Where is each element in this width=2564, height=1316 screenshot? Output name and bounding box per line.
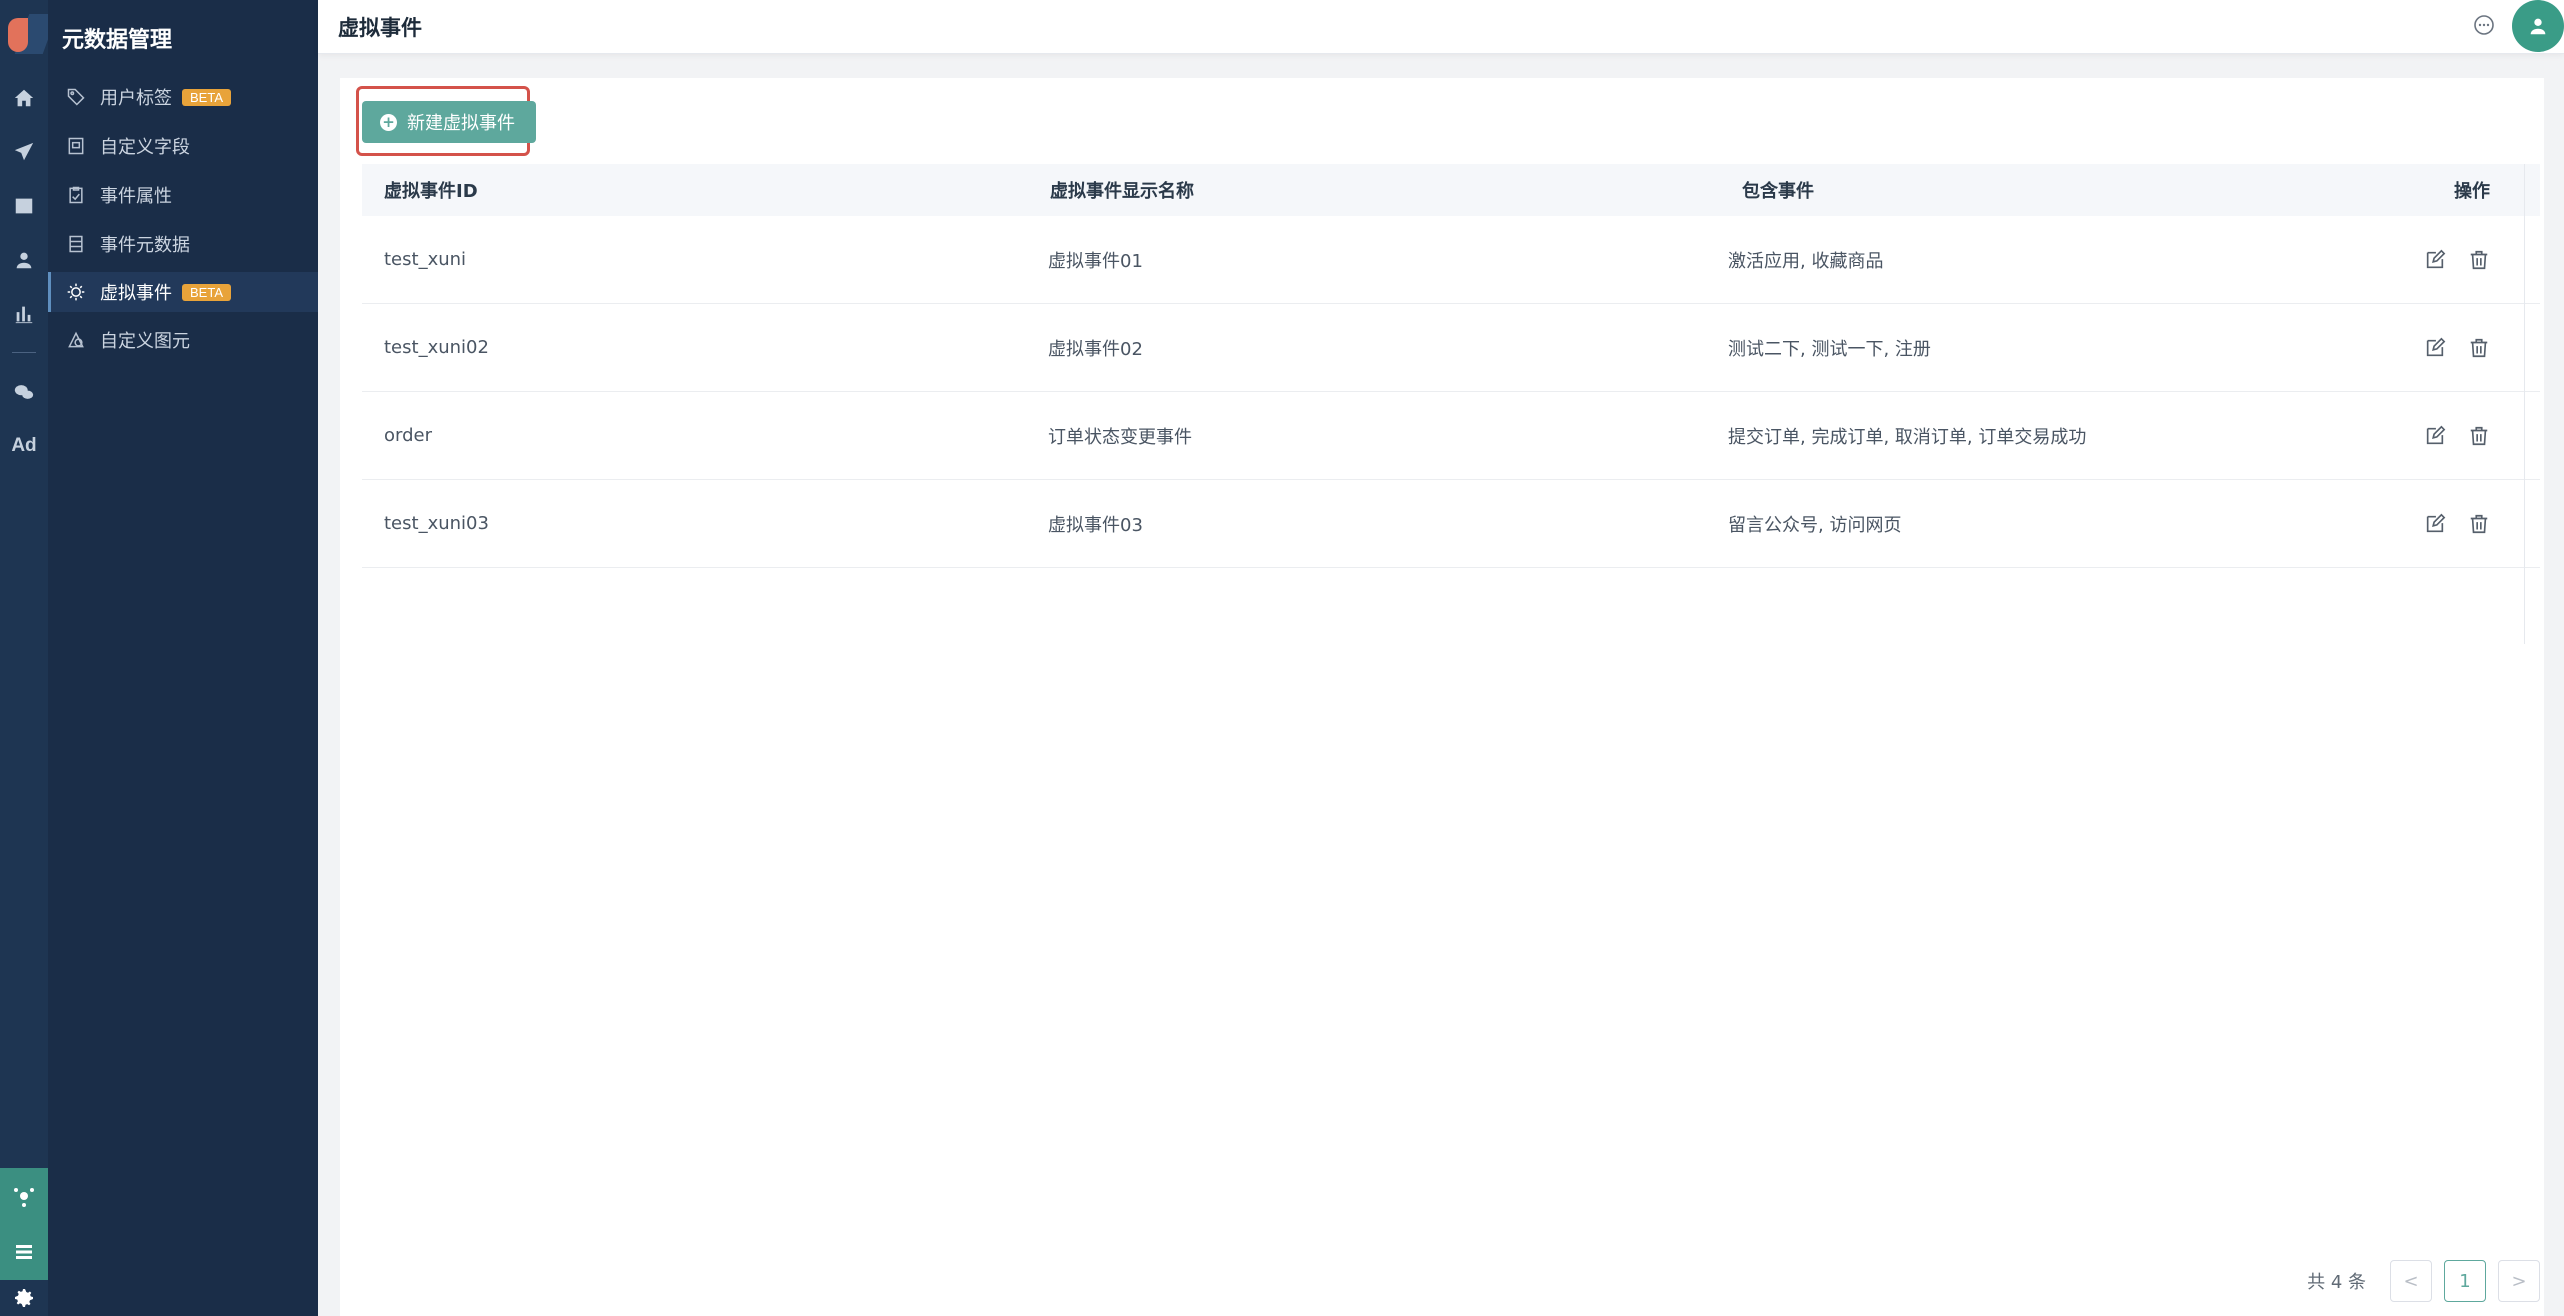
cell-name: 虚拟事件02 — [1048, 338, 1143, 360]
cell-id: test_xuni02 — [384, 337, 489, 358]
clipboard-icon — [69, 186, 83, 204]
edit-icon[interactable] — [2424, 513, 2446, 535]
sidebar-item-event-attributes[interactable]: 事件属性 — [48, 175, 318, 215]
table-header: 虚拟事件ID 虚拟事件显示名称 包含事件 操作 — [362, 164, 2540, 216]
sidebar: 元数据管理 用户标签 BETA 自定义字段 事件属性 事件元数据 虚拟事件 BE… — [48, 0, 318, 1316]
rail-divider — [12, 352, 36, 353]
sidebar-item-label: 用户标签 — [100, 88, 172, 109]
custom-field-icon — [68, 137, 84, 155]
user-avatar-icon — [2530, 18, 2546, 35]
sidebar-item-label: 自定义图元 — [100, 331, 190, 352]
app-logo — [8, 14, 58, 54]
plus-circle-icon: + — [380, 113, 397, 131]
home-icon[interactable] — [0, 78, 48, 118]
sidebar-item-custom-fields[interactable]: 自定义字段 — [48, 126, 318, 166]
cell-events: 激活应用, 收藏商品 — [1728, 250, 1884, 272]
cell-name: 虚拟事件03 — [1048, 514, 1143, 536]
sidebar-item-label: 虚拟事件 — [100, 283, 172, 304]
sidebar-item-label: 自定义字段 — [100, 137, 190, 158]
beta-badge: BETA — [182, 88, 231, 106]
page-number-button[interactable]: 1 — [2444, 1260, 2486, 1302]
icon-rail: Ad — [0, 0, 58, 1316]
sidebar-title: 元数据管理 — [62, 28, 173, 53]
list-icon — [69, 235, 83, 253]
cell-id: order — [384, 425, 432, 446]
send-icon[interactable] — [0, 132, 48, 172]
sidebar-item-event-metadata[interactable]: 事件元数据 — [48, 224, 318, 264]
delete-icon[interactable] — [2468, 337, 2490, 359]
prev-page-button[interactable]: < — [2390, 1260, 2432, 1302]
sidebar-item-label: 事件属性 — [100, 186, 172, 207]
table-row: order 订单状态变更事件 提交订单, 完成订单, 取消订单, 订单交易成功 — [362, 392, 2540, 480]
table-scrollbar[interactable] — [2524, 164, 2525, 644]
next-page-button[interactable]: > — [2498, 1260, 2540, 1302]
settings-icon[interactable] — [0, 1280, 48, 1316]
table-icon[interactable] — [0, 186, 48, 226]
ad-icon[interactable]: Ad — [0, 426, 48, 466]
beta-badge: BETA — [182, 283, 231, 301]
user-icon[interactable] — [0, 240, 48, 280]
new-button-label: 新建虚拟事件 — [407, 113, 515, 134]
main-content: + 新建虚拟事件 虚拟事件ID 虚拟事件显示名称 包含事件 操作 test_xu… — [340, 78, 2544, 1316]
column-header-events: 包含事件 — [1742, 181, 1814, 202]
sidebar-item-virtual-events[interactable]: 虚拟事件 BETA — [48, 272, 318, 312]
edit-icon[interactable] — [2424, 425, 2446, 447]
table-row: test_xuni02 虚拟事件02 测试二下, 测试一下, 注册 — [362, 304, 2540, 392]
cell-actions — [2402, 513, 2540, 535]
virtual-event-icon — [67, 283, 85, 301]
avatar[interactable] — [2512, 0, 2564, 52]
cell-actions — [2402, 425, 2540, 447]
edit-icon[interactable] — [2424, 337, 2446, 359]
sidebar-item-label: 事件元数据 — [100, 235, 190, 256]
network-icon[interactable] — [0, 1168, 48, 1224]
pagination-total: 共 4 条 — [2307, 1272, 2366, 1293]
cell-name: 订单状态变更事件 — [1048, 426, 1192, 448]
column-header-actions: 操作 — [2454, 181, 2490, 202]
menu-stack-icon[interactable] — [0, 1224, 48, 1280]
cell-id: test_xuni03 — [384, 513, 489, 534]
cell-events: 留言公众号, 访问网页 — [1728, 514, 1902, 536]
bar-chart-icon[interactable] — [0, 294, 48, 334]
wechat-icon[interactable] — [0, 372, 48, 412]
cell-actions — [2402, 337, 2540, 359]
cell-events: 提交订单, 完成订单, 取消订单, 订单交易成功 — [1728, 426, 2087, 448]
pagination: 共 4 条 < 1 > — [2307, 1260, 2540, 1302]
page-title: 虚拟事件 — [338, 16, 422, 40]
cell-events: 测试二下, 测试一下, 注册 — [1728, 338, 1931, 360]
column-header-name: 虚拟事件显示名称 — [1050, 181, 1194, 202]
delete-icon[interactable] — [2468, 425, 2490, 447]
edit-icon[interactable] — [2424, 249, 2446, 271]
custom-element-icon — [68, 331, 84, 348]
virtual-events-table: 虚拟事件ID 虚拟事件显示名称 包含事件 操作 test_xuni 虚拟事件01… — [362, 164, 2540, 568]
delete-icon[interactable] — [2468, 513, 2490, 535]
column-header-id: 虚拟事件ID — [384, 181, 478, 202]
delete-icon[interactable] — [2468, 249, 2490, 271]
table-row: test_xuni 虚拟事件01 激活应用, 收藏商品 — [362, 216, 2540, 304]
table-row: test_xuni03 虚拟事件03 留言公众号, 访问网页 — [362, 480, 2540, 568]
sidebar-item-custom-elements[interactable]: 自定义图元 — [48, 320, 318, 360]
cell-id: test_xuni — [384, 249, 467, 270]
top-header: 虚拟事件 — [318, 0, 2564, 54]
cell-name: 虚拟事件01 — [1048, 250, 1143, 272]
tag-icon — [67, 88, 85, 106]
new-virtual-event-button[interactable]: + 新建虚拟事件 — [362, 101, 536, 143]
cell-actions — [2402, 249, 2540, 271]
sidebar-item-user-tags[interactable]: 用户标签 BETA — [48, 77, 318, 117]
message-icon[interactable] — [2472, 13, 2496, 37]
